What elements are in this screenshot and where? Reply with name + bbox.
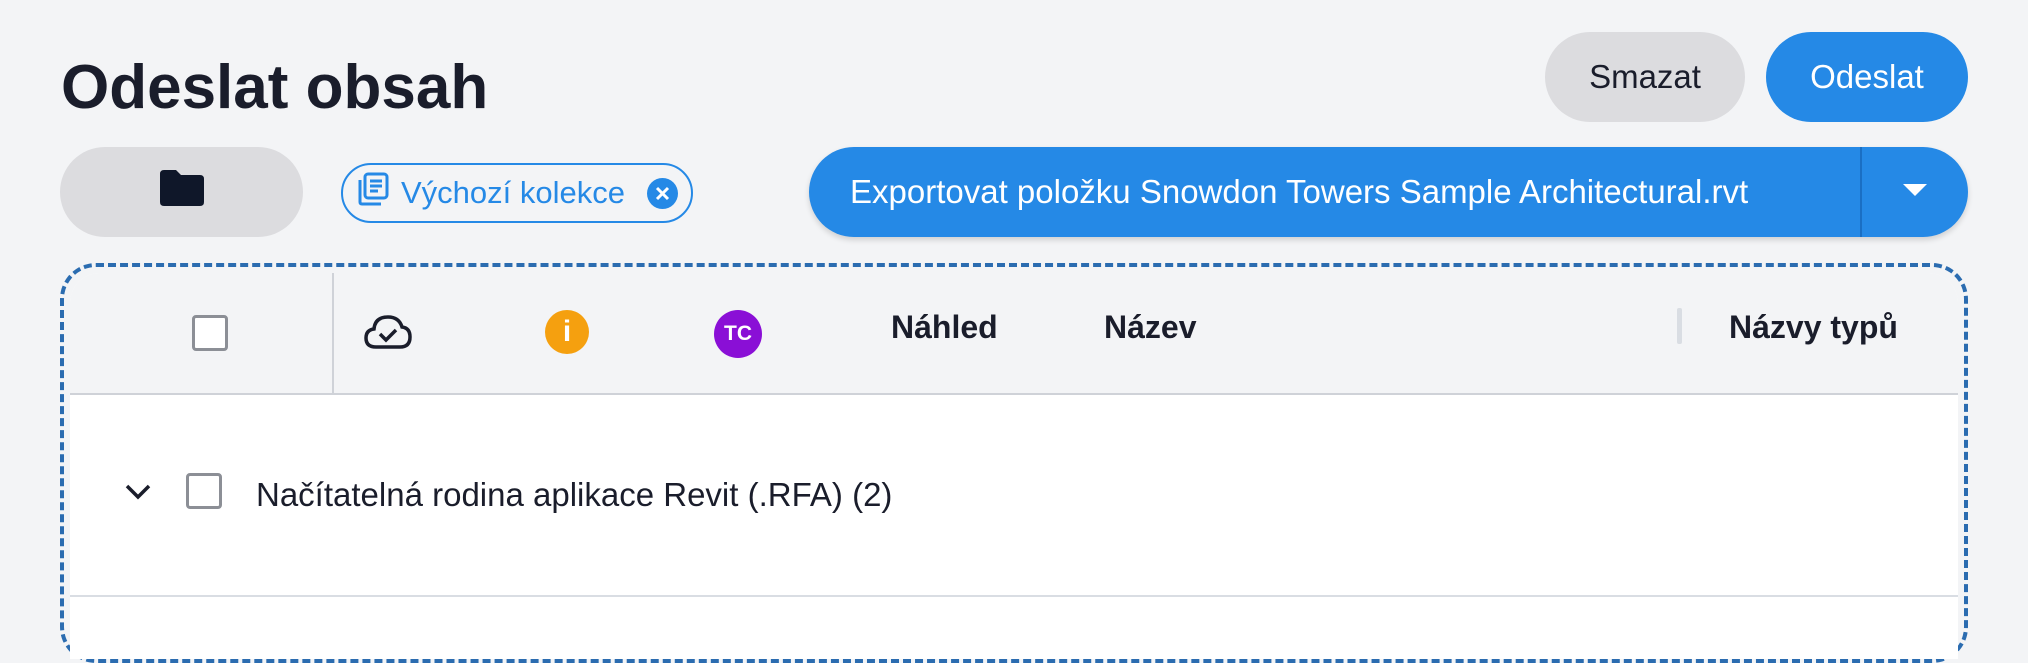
column-header-type-names[interactable]: Názvy typů [1729,309,1898,346]
page-title: Odeslat obsah [61,53,489,122]
collection-icon [357,172,389,214]
export-button[interactable]: Exportovat položku Snowdon Towers Sample… [809,147,1860,237]
select-all-checkbox[interactable] [192,315,228,351]
column-header-preview[interactable]: Náhled [891,309,998,346]
column-header-name[interactable]: Název [1104,309,1197,346]
chevron-down-icon[interactable] [124,483,152,506]
drop-zone[interactable]: i TC Náhled Název Názvy typů Načítatelná… [60,263,1968,663]
export-dropdown-toggle[interactable] [1862,147,1968,237]
export-split-button: Exportovat položku Snowdon Towers Sample… [809,147,1968,237]
folder-icon [158,168,206,216]
column-resize-handle[interactable] [1677,308,1682,344]
content-table: i TC Náhled Název Názvy typů Načítatelná… [70,273,1958,659]
collection-chip-label: Výchozí kolekce [401,175,625,210]
close-icon[interactable] [647,178,678,209]
caret-down-icon [1902,183,1928,202]
row-label: Načítatelná rodina aplikace Revit (.RFA)… [256,476,893,513]
cloud-check-icon [362,311,414,356]
row-checkbox[interactable] [186,473,222,509]
delete-button[interactable]: Smazat [1545,32,1745,122]
send-button[interactable]: Odeslat [1766,32,1968,122]
tc-badge-icon: TC [714,310,762,358]
header-check-cell [70,273,334,393]
folder-button[interactable] [60,147,303,237]
collection-chip[interactable]: Výchozí kolekce [341,163,693,223]
table-header: i TC Náhled Název Názvy typů [70,273,1958,395]
info-badge-icon: i [545,310,589,354]
